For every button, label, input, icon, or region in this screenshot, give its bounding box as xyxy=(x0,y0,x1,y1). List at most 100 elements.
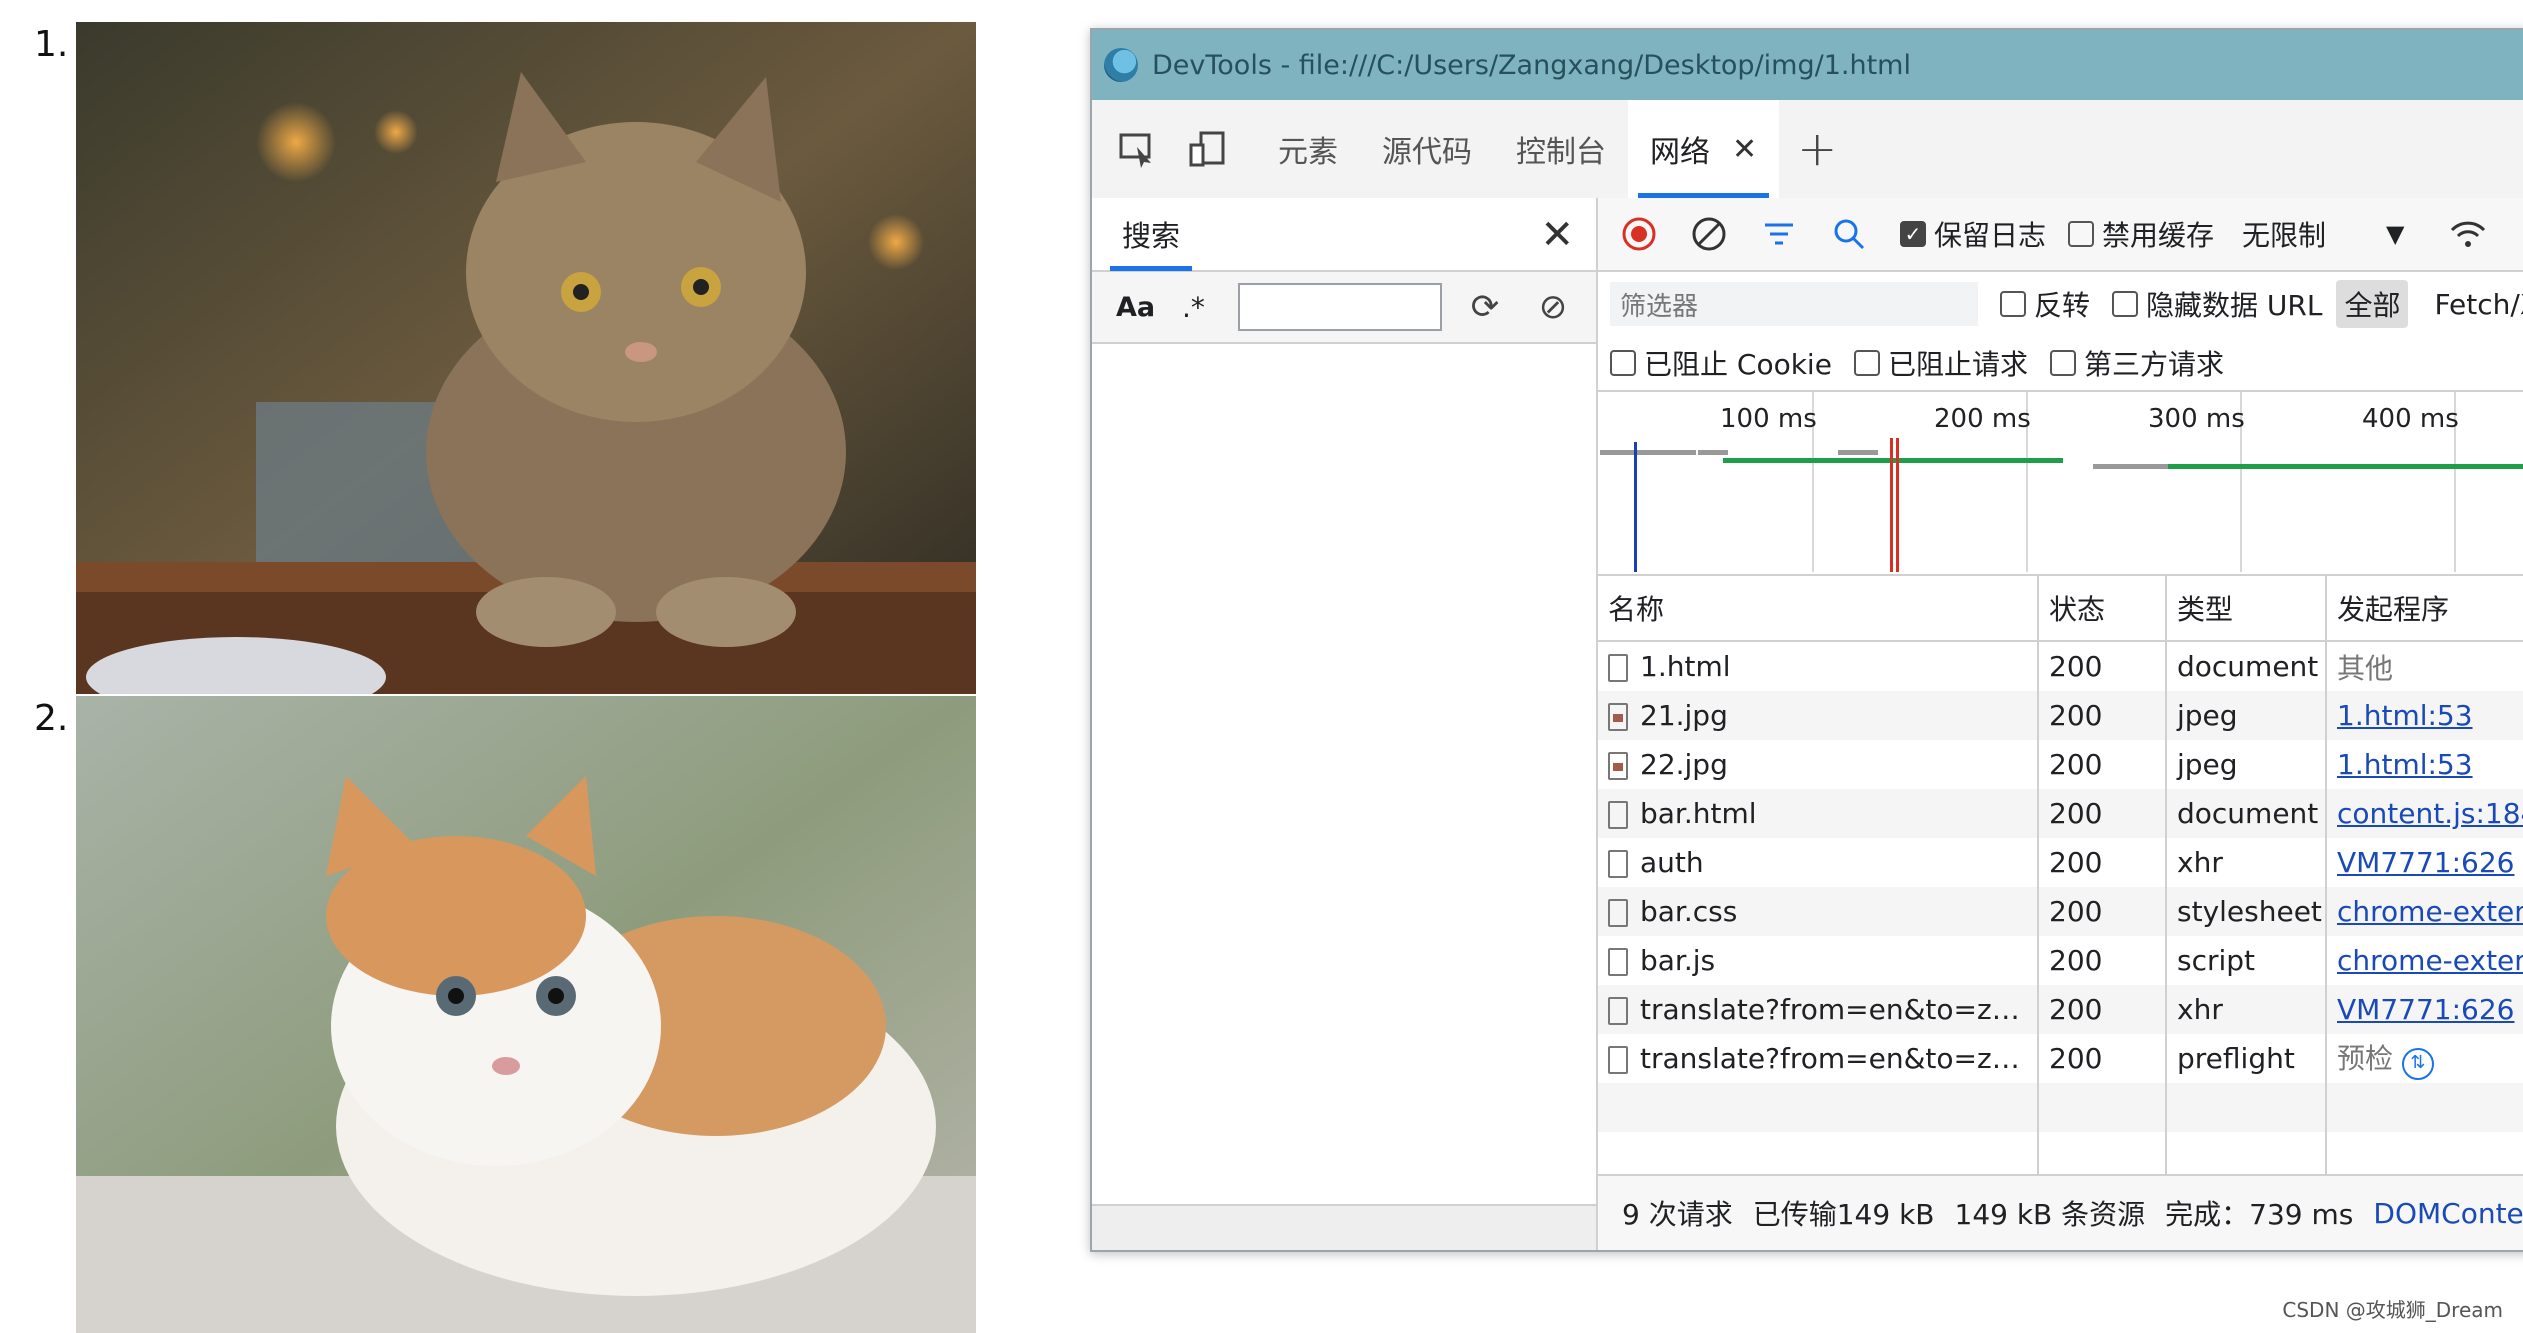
hide-data-urls-checkbox[interactable] xyxy=(2112,291,2139,317)
request-initiator[interactable]: 1.html:53 xyxy=(2337,748,2473,781)
preserve-log-checkbox[interactable]: ✓ xyxy=(1900,221,1926,247)
request-initiator-cell[interactable]: chrome-exten... xyxy=(2326,936,2523,985)
blocked-requests-checkbox[interactable] xyxy=(1853,350,1880,376)
load-event-marker xyxy=(1890,438,1893,572)
type-filter-fetch[interactable]: Fetch/X xyxy=(2434,288,2523,321)
invert-checkbox[interactable] xyxy=(2000,291,2026,317)
request-name-cell[interactable]: 1.html xyxy=(1598,641,2039,691)
request-initiator-cell[interactable]: 1.html:53 xyxy=(2326,691,2523,740)
request-type: stylesheet xyxy=(2166,887,2327,936)
search-tab[interactable]: 搜索 xyxy=(1110,198,1193,271)
watermark: CSDN @攻城狮_Dream xyxy=(2282,1298,2503,1322)
request-initiator[interactable]: content.js:184 xyxy=(2337,797,2523,830)
tab-network[interactable]: 网络 ✕ xyxy=(1628,100,1780,198)
network-conditions-icon[interactable] xyxy=(2439,205,2497,263)
edge-logo-icon xyxy=(1104,48,1138,82)
column-header-type[interactable]: 类型 xyxy=(2166,576,2327,642)
table-row[interactable]: bar.css 200stylesheet chrome-exten... xyxy=(1598,887,2523,936)
record-icon[interactable] xyxy=(1610,205,1668,263)
preflight-icon[interactable]: ⇅ xyxy=(2401,1048,2434,1080)
file-icon xyxy=(1608,654,1628,682)
devtools-window: DevTools - file:///C:/Users/Zangxang/Des… xyxy=(1090,28,2523,1252)
request-initiator-cell[interactable]: chrome-exten... xyxy=(2326,887,2523,936)
requests-table: 名称 状态 类型 发起程序 1.html 200 document 其他 21.jpg 2… xyxy=(1598,576,2523,1230)
column-header-initiator[interactable]: 发起程序 xyxy=(2326,576,2523,642)
timeline-bar xyxy=(1698,450,1728,455)
tab-label: 网络 xyxy=(1650,135,1710,170)
tab-sources[interactable]: 源代码 xyxy=(1360,100,1494,198)
table-row[interactable]: 21.jpg 200 jpeg 1.html:53 xyxy=(1598,691,2523,740)
search-icon[interactable] xyxy=(1820,205,1878,263)
tab-label: 源代码 xyxy=(1382,135,1472,170)
request-initiator-cell[interactable]: VM7771:626 xyxy=(2326,985,2523,1034)
request-name: 1.html xyxy=(1640,650,1731,683)
request-status: 200 xyxy=(2038,691,2167,740)
filter-icon[interactable] xyxy=(1750,205,1808,263)
table-row[interactable]: bar.js 200script chrome-exten... xyxy=(1598,936,2523,985)
request-initiator[interactable]: chrome-exten... xyxy=(2337,944,2523,977)
refresh-icon[interactable]: ⟳ xyxy=(1460,287,1510,327)
table-row[interactable]: translate?from=en&to=zh-CH...200prefligh… xyxy=(1598,1034,2523,1083)
tab-console[interactable]: 控制台 xyxy=(1494,100,1628,198)
request-initiator-cell[interactable]: 1.html:53 xyxy=(2326,740,2523,789)
request-type: document xyxy=(2166,789,2327,838)
clear-icon[interactable]: ⊘ xyxy=(1528,287,1578,327)
close-tab-icon[interactable]: ✕ xyxy=(1732,132,1757,167)
third-party-checkbox[interactable] xyxy=(2049,350,2076,376)
request-name-cell[interactable]: auth xyxy=(1598,838,2039,887)
network-overview-timeline[interactable]: 100 ms 200 ms 300 ms 400 ms xyxy=(1598,392,2523,576)
request-name-cell[interactable]: translate?from=en&to=zh-CH... xyxy=(1598,985,2039,1034)
disable-cache-label: 禁用缓存 xyxy=(2102,219,2215,252)
request-name-cell[interactable]: bar.js xyxy=(1598,936,2039,985)
table-row[interactable]: auth 200 xhr VM7771:626 xyxy=(1598,838,2523,887)
request-initiator-cell[interactable]: content.js:184 xyxy=(2326,789,2523,838)
request-status: 200 xyxy=(2038,887,2167,936)
request-initiator[interactable]: 1.html:53 xyxy=(2337,699,2473,732)
hide-data-urls-label: 隐藏数据 URL xyxy=(2146,289,2323,322)
tab-elements[interactable]: 元素 xyxy=(1256,100,1360,198)
search-panel: 搜索 ✕ Aa .* ⟳ ⊘ xyxy=(1092,198,1598,1250)
tab-label: 元素 xyxy=(1278,135,1338,170)
request-name-cell[interactable]: translate?from=en&to=zh-CH... xyxy=(1598,1034,2039,1083)
type-filter-all[interactable]: 全部 xyxy=(2336,280,2409,328)
request-initiator-cell[interactable]: VM7771:626 xyxy=(2326,838,2523,887)
disable-cache-checkbox[interactable] xyxy=(2068,221,2095,247)
filter-row-2: 已阻止 Cookie 已阻止请求 第三方请求 xyxy=(1598,336,2523,392)
request-type: xhr xyxy=(2166,985,2327,1034)
request-name-cell[interactable]: 21.jpg xyxy=(1598,691,2039,740)
request-name-cell[interactable]: bar.css xyxy=(1598,887,2039,936)
table-header-row: 名称 状态 类型 发起程序 xyxy=(1598,576,2523,642)
image-file-icon xyxy=(1608,703,1628,731)
request-name-cell[interactable]: bar.html xyxy=(1598,789,2039,838)
timeline-bar xyxy=(2093,464,2173,469)
request-initiator: 其他 xyxy=(2337,651,2394,685)
device-emulation-icon[interactable] xyxy=(1172,114,1242,184)
invert-label: 反转 xyxy=(2034,289,2091,322)
request-initiator-cell: 预检 ⇅ xyxy=(2326,1034,2523,1083)
request-initiator[interactable]: VM7771:626 xyxy=(2337,846,2514,879)
add-tab-icon[interactable]: + xyxy=(1779,121,1855,177)
column-header-name[interactable]: 名称 xyxy=(1598,576,2039,642)
timeline-tick-label: 400 ms xyxy=(2362,404,2459,434)
timeline-bar xyxy=(1723,458,2063,463)
regex-button[interactable]: .* xyxy=(1182,291,1230,324)
column-header-status[interactable]: 状态 xyxy=(2038,576,2167,642)
match-case-button[interactable]: Aa xyxy=(1116,292,1168,323)
clear-log-icon[interactable] xyxy=(1680,205,1738,263)
devtools-titlebar: DevTools - file:///C:/Users/Zangxang/Des… xyxy=(1092,30,2523,100)
resources-size: 149 kB 条资源 xyxy=(1954,1198,2146,1231)
blocked-cookies-checkbox[interactable] xyxy=(1610,350,1636,376)
search-input[interactable] xyxy=(1238,283,1442,331)
request-name-cell[interactable]: 22.jpg xyxy=(1598,740,2039,789)
inspect-element-icon[interactable] xyxy=(1102,114,1172,184)
close-search-icon[interactable]: ✕ xyxy=(1540,212,1574,258)
request-initiator[interactable]: VM7771:626 xyxy=(2337,993,2514,1026)
request-initiator[interactable]: chrome-exten... xyxy=(2337,895,2523,928)
table-row[interactable]: translate?from=en&to=zh-CH...200xhr VM777… xyxy=(1598,985,2523,1034)
table-row[interactable]: 22.jpg 200 jpeg 1.html:53 xyxy=(1598,740,2523,789)
image-file-icon xyxy=(1608,752,1628,780)
table-row[interactable]: bar.html 200 document content.js:184 xyxy=(1598,789,2523,838)
table-row[interactable]: 1.html 200 document 其他 xyxy=(1598,641,2523,691)
throttle-select[interactable]: 无限制 ▼ xyxy=(2234,210,2412,258)
filter-input[interactable]: 筛选器 xyxy=(1610,282,1978,326)
